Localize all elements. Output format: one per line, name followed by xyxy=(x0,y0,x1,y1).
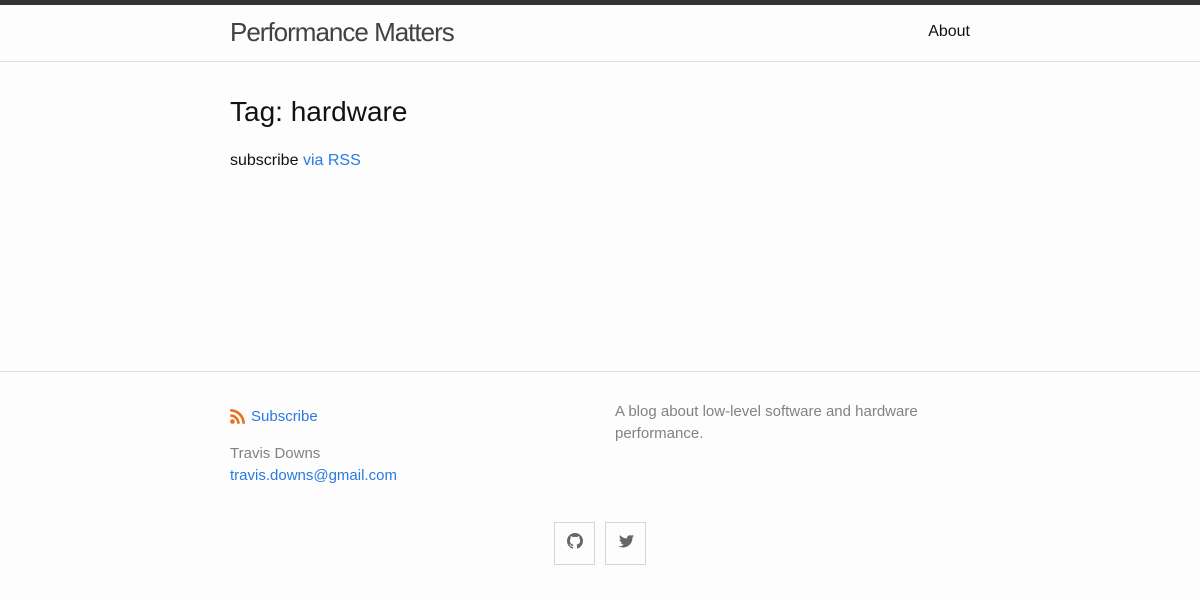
github-icon xyxy=(566,533,583,554)
author-email-link[interactable]: travis.downs@gmail.com xyxy=(230,465,600,487)
social-links xyxy=(0,522,1200,565)
author-name: Travis Downs xyxy=(230,445,321,462)
footer-subscribe-row: Subscribe xyxy=(230,406,600,426)
site-footer: Subscribe Travis Downs travis.downs@gmai… xyxy=(0,371,1200,600)
twitter-icon xyxy=(617,533,634,554)
site-title-link[interactable]: Performance Matters xyxy=(230,17,455,47)
github-button[interactable] xyxy=(554,522,595,565)
site-description: A blog about low-level software and hard… xyxy=(615,403,918,442)
footer-contact-column: Subscribe Travis Downs travis.downs@gmai… xyxy=(230,406,600,487)
site-header: Performance Matters About xyxy=(0,5,1200,62)
subscribe-line: subscribe via RSS xyxy=(230,151,361,171)
twitter-button[interactable] xyxy=(605,522,646,565)
main-content: Tag: hardware subscribe via RSS xyxy=(0,62,1200,371)
rss-link[interactable]: via RSS xyxy=(303,152,361,169)
nav-link-about[interactable]: About xyxy=(928,22,970,42)
footer-subscribe-link[interactable]: Subscribe xyxy=(251,408,318,425)
subscribe-text: subscribe xyxy=(230,152,299,169)
page-title: Tag: hardware xyxy=(230,96,408,127)
rss-icon xyxy=(230,408,246,424)
